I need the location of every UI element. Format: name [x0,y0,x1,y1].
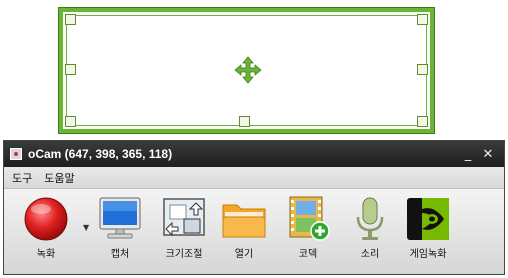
menu-bar: 도구 도움말 [4,167,504,189]
window-title: oCam (647, 398, 365, 118) [28,147,173,161]
sound-label: 소리 [360,249,380,260]
capture-label: 캡처 [110,249,130,260]
resize-handle-bottom-right[interactable] [417,116,428,127]
record-button[interactable]: 녹화 [18,195,74,260]
resize-handle-bottom-middle[interactable] [239,116,250,127]
game-record-label: 게임녹화 [409,249,447,260]
codec-button[interactable]: 코덱 [280,195,336,260]
codec-label: 코덱 [298,249,318,260]
toolbar: 녹화 ▼ 캡처 크기조절 열기 코덱 소리 게임녹화 [4,189,504,274]
menu-tools[interactable]: 도구 [12,170,32,186]
capture-region[interactable] [58,7,435,134]
close-icon[interactable]: ✕ [478,147,498,162]
nvidia-icon [407,198,449,240]
capture-button[interactable]: 캡처 [92,195,148,260]
resize-handle-top-right[interactable] [417,14,428,25]
resize-handle-middle-left[interactable] [65,64,76,75]
minimize-icon[interactable]: _ [458,147,478,162]
folder-icon [222,204,266,238]
title-bar[interactable]: oCam (647, 398, 365, 118) _ ✕ [4,141,504,167]
app-icon [10,148,22,160]
resize-handle-bottom-left[interactable] [65,116,76,127]
menu-help[interactable]: 도움말 [44,170,74,186]
codec-film-icon [289,196,330,241]
open-button[interactable]: 열기 [216,195,272,260]
record-label: 녹화 [36,249,56,260]
monitor-icon [99,197,141,239]
microphone-icon [356,197,384,240]
record-icon [24,197,68,241]
resize-button[interactable]: 크기조절 [156,195,212,260]
resize-handle-top-left[interactable] [65,14,76,25]
sound-button[interactable]: 소리 [342,195,398,260]
resize-handle-middle-right[interactable] [417,64,428,75]
game-record-button[interactable]: 게임녹화 [400,195,456,260]
resize-label: 크기조절 [165,249,203,260]
open-label: 열기 [234,249,254,260]
record-dropdown-icon[interactable]: ▼ [83,223,89,232]
ocam-window: oCam (647, 398, 365, 118) _ ✕ 도구 도움말 녹화 … [3,140,505,275]
move-icon[interactable] [234,56,262,84]
resize-icon [163,198,205,237]
